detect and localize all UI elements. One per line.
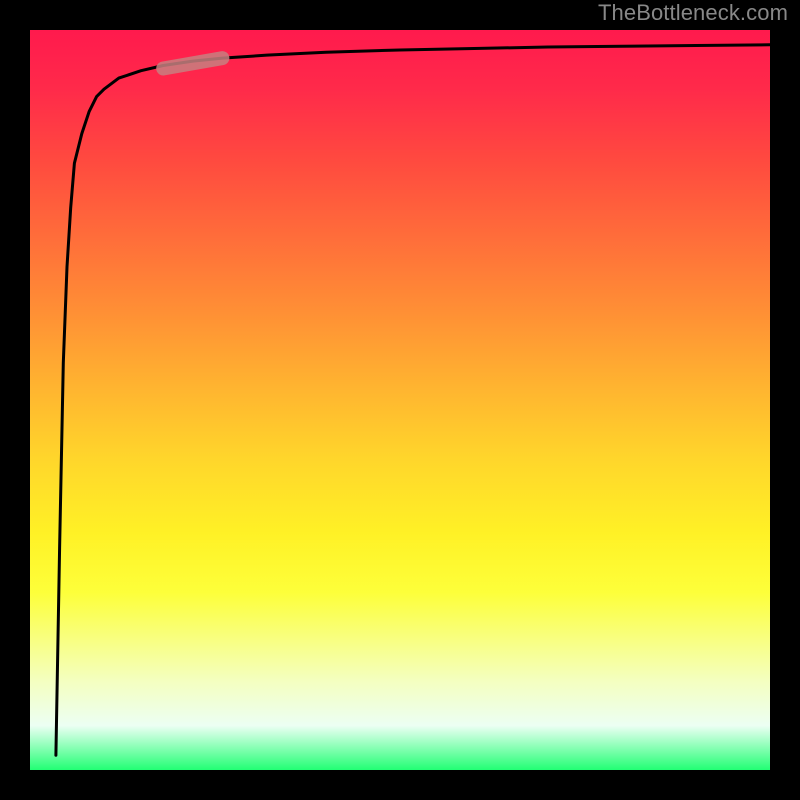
chart-svg [30,30,770,770]
chart-plot-area [30,30,770,770]
watermark-label: TheBottleneck.com [598,0,788,26]
curve-line [56,45,770,755]
curve-highlight-marker [163,58,222,68]
